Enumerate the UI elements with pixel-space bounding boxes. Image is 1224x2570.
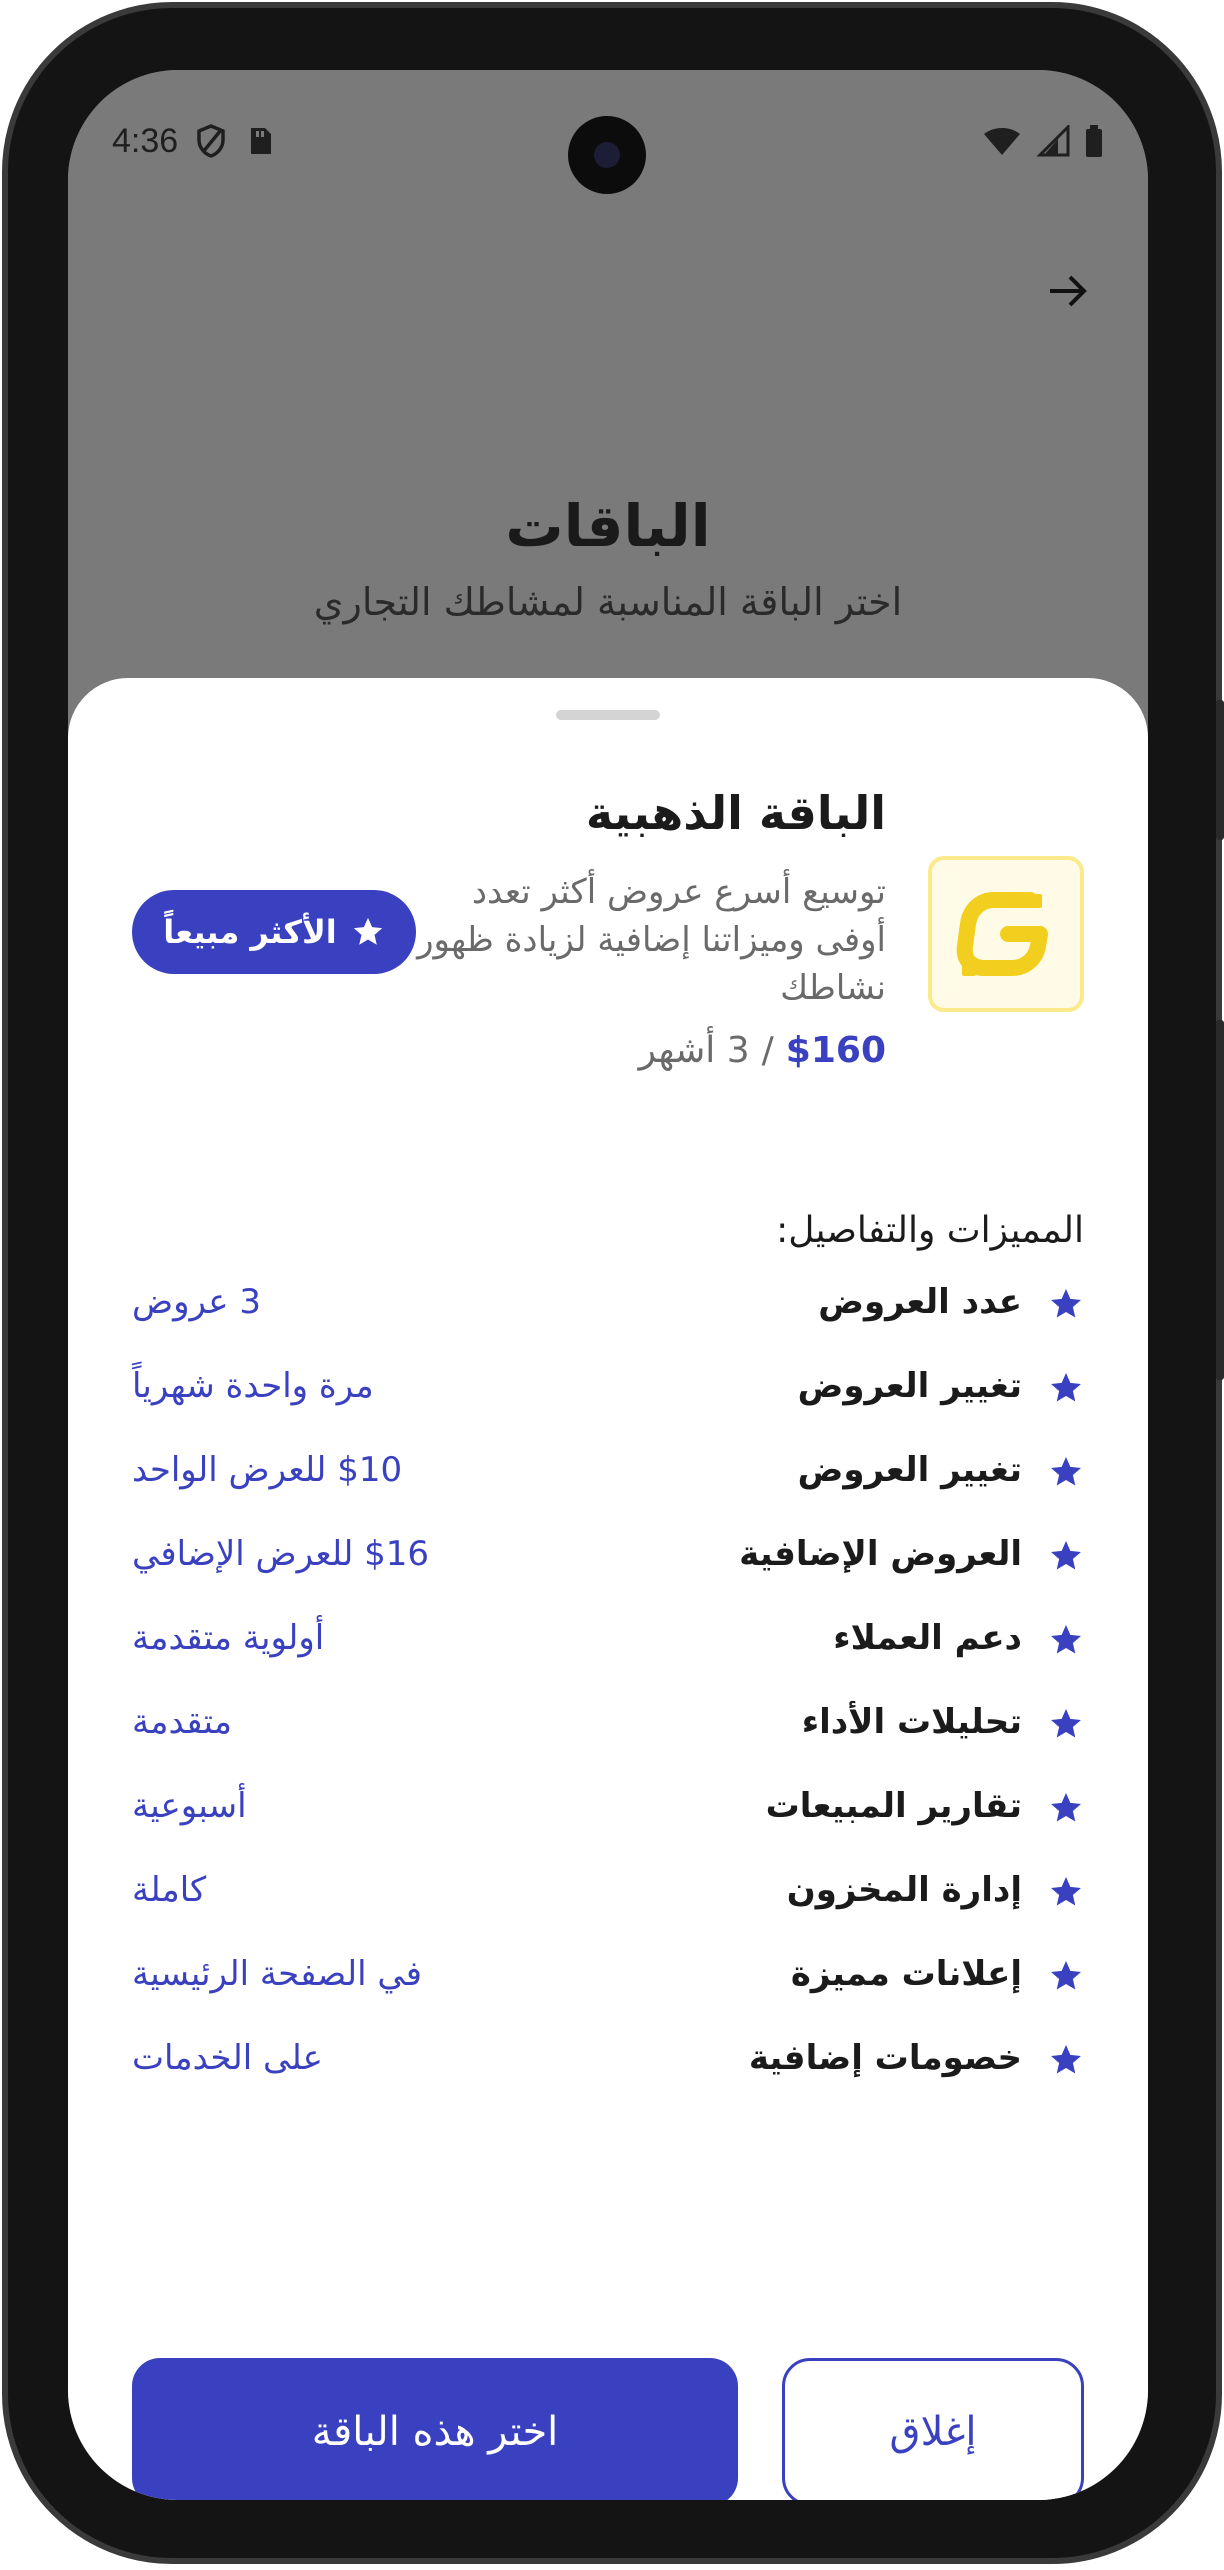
feature-name: العروض الإضافية (739, 1534, 1022, 1574)
plan-details-sheet: الباقة الذهبية توسيع أسرع عروض أكثر تعدد… (68, 678, 1148, 2500)
star-icon (1051, 1541, 1081, 1570)
feature-name: خصومات إضافية (748, 2038, 1022, 2078)
star-icon (1051, 1709, 1081, 1738)
phone-frame: 4:36 الباقات اختر الباقة المناسبة لمشاطك… (0, 0, 1224, 2570)
status-time: 4:36 (112, 122, 179, 160)
page-subtitle: اختر الباقة المناسبة لمشاطك التجاري (313, 580, 903, 624)
feature-row: العروض الإضافية $16 للعرض الإضافي (132, 1534, 1084, 1618)
feature-name: تغيير العروض (797, 1366, 1022, 1406)
price-separator: / (761, 1030, 774, 1071)
front-camera (568, 116, 646, 194)
feature-row: تغيير العروض مرة واحدة شهرياً (132, 1366, 1084, 1450)
price-period: 3 أشهر (638, 1030, 750, 1071)
status-bar: 4:36 (68, 70, 1148, 194)
gold-plan-logo-icon (928, 856, 1084, 1012)
feature-row: تقارير المبيعات أسبوعية (132, 1786, 1084, 1870)
battery-icon (1086, 125, 1102, 157)
feature-name: دعم العملاء (833, 1618, 1022, 1658)
star-icon (1051, 1289, 1081, 1318)
star-icon (1051, 1625, 1081, 1654)
signal-icon (1036, 125, 1070, 157)
feature-name: تغيير العروض (797, 1450, 1022, 1490)
star-icon (1051, 1877, 1081, 1906)
status-left-icons (196, 124, 274, 158)
feature-name: عدد العروض (818, 1282, 1022, 1322)
features-heading: المميزات والتفاصيل: (776, 1210, 1084, 1251)
feature-name: تحليلات الأداء (801, 1702, 1022, 1742)
feature-value: على الخدمات (132, 2038, 323, 2078)
sheet-drag-handle[interactable] (556, 710, 660, 720)
feature-value: كاملة (132, 1870, 207, 1910)
feature-value: أولوية متقدمة (132, 1618, 325, 1658)
wifi-icon (984, 128, 1020, 155)
feature-value: $10 للعرض الواحد (132, 1450, 403, 1490)
plan-price: $160 / 3 أشهر (639, 1030, 886, 1071)
feature-row: دعم العملاء أولوية متقدمة (132, 1618, 1084, 1702)
plan-title: الباقة الذهبية (585, 786, 886, 840)
feature-value: 3 عروض (132, 1282, 262, 1322)
star-icon (1051, 1793, 1081, 1822)
feature-name: إعلانات مميزة (790, 1954, 1022, 1994)
choose-plan-button[interactable]: اختر هذه الباقة (132, 2358, 738, 2500)
price-amount: $160 (785, 1030, 886, 1071)
page-title: الباقات (505, 492, 711, 560)
screen: 4:36 الباقات اختر الباقة المناسبة لمشاطك… (68, 70, 1148, 2500)
badge-label: الأكثر مبيعاً (163, 913, 337, 951)
feature-list: عدد العروض 3 عروض تغيير العروض مرة واحدة… (132, 1282, 1084, 2122)
side-button-volume (1216, 700, 1224, 840)
feature-row: تحليلات الأداء متقدمة (132, 1702, 1084, 1786)
best-seller-badge: الأكثر مبيعاً (132, 890, 416, 974)
feature-row: عدد العروض 3 عروض (132, 1282, 1084, 1366)
feature-row: إعلانات مميزة في الصفحة الرئيسية (132, 1954, 1084, 2038)
feature-name: إدارة المخزون (786, 1870, 1022, 1910)
star-icon (353, 917, 382, 945)
star-icon (1051, 1457, 1081, 1486)
feature-name: تقارير المبيعات (765, 1786, 1022, 1826)
status-right-icons (982, 124, 1104, 158)
feature-value: متقدمة (132, 1702, 232, 1742)
plan-description: توسيع أسرع عروض أكثر تعدد أوفى وميزاتنا … (417, 872, 886, 1008)
star-icon (1051, 2045, 1081, 2074)
feature-value: مرة واحدة شهرياً (132, 1366, 374, 1406)
arrow-right-icon[interactable] (1042, 266, 1092, 316)
feature-row: إدارة المخزون كاملة (132, 1870, 1084, 1954)
shield-icon (197, 124, 225, 158)
star-icon (1051, 1373, 1081, 1402)
feature-row: خصومات إضافية على الخدمات (132, 2038, 1084, 2122)
feature-value: أسبوعية (132, 1786, 247, 1826)
star-icon (1051, 1961, 1081, 1990)
feature-value: في الصفحة الرئيسية (132, 1954, 422, 1994)
feature-value: $16 للعرض الإضافي (132, 1534, 430, 1574)
side-button-power (1216, 1020, 1224, 1380)
feature-row: تغيير العروض $10 للعرض الواحد (132, 1450, 1084, 1534)
sim-card-icon (251, 128, 271, 154)
close-button[interactable]: إغلاق (782, 2358, 1084, 2500)
